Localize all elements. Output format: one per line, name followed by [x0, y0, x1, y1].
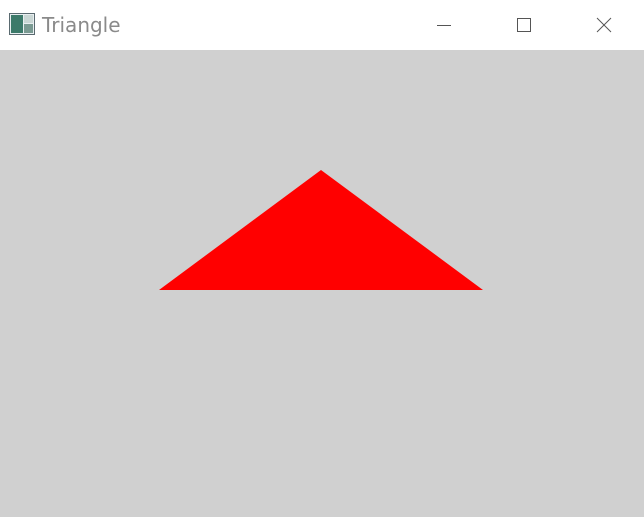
maximize-button[interactable]: [484, 0, 564, 50]
app-window: Triangle: [0, 0, 644, 517]
minimize-icon: [437, 25, 451, 26]
title-bar[interactable]: Triangle: [0, 0, 644, 50]
close-icon: [596, 17, 612, 33]
drawing-canvas: [0, 50, 644, 517]
close-button[interactable]: [564, 0, 644, 50]
window-app-icon: [9, 13, 35, 35]
minimize-button[interactable]: [404, 0, 484, 50]
maximize-icon: [517, 18, 531, 32]
window-title: Triangle: [42, 13, 121, 37]
